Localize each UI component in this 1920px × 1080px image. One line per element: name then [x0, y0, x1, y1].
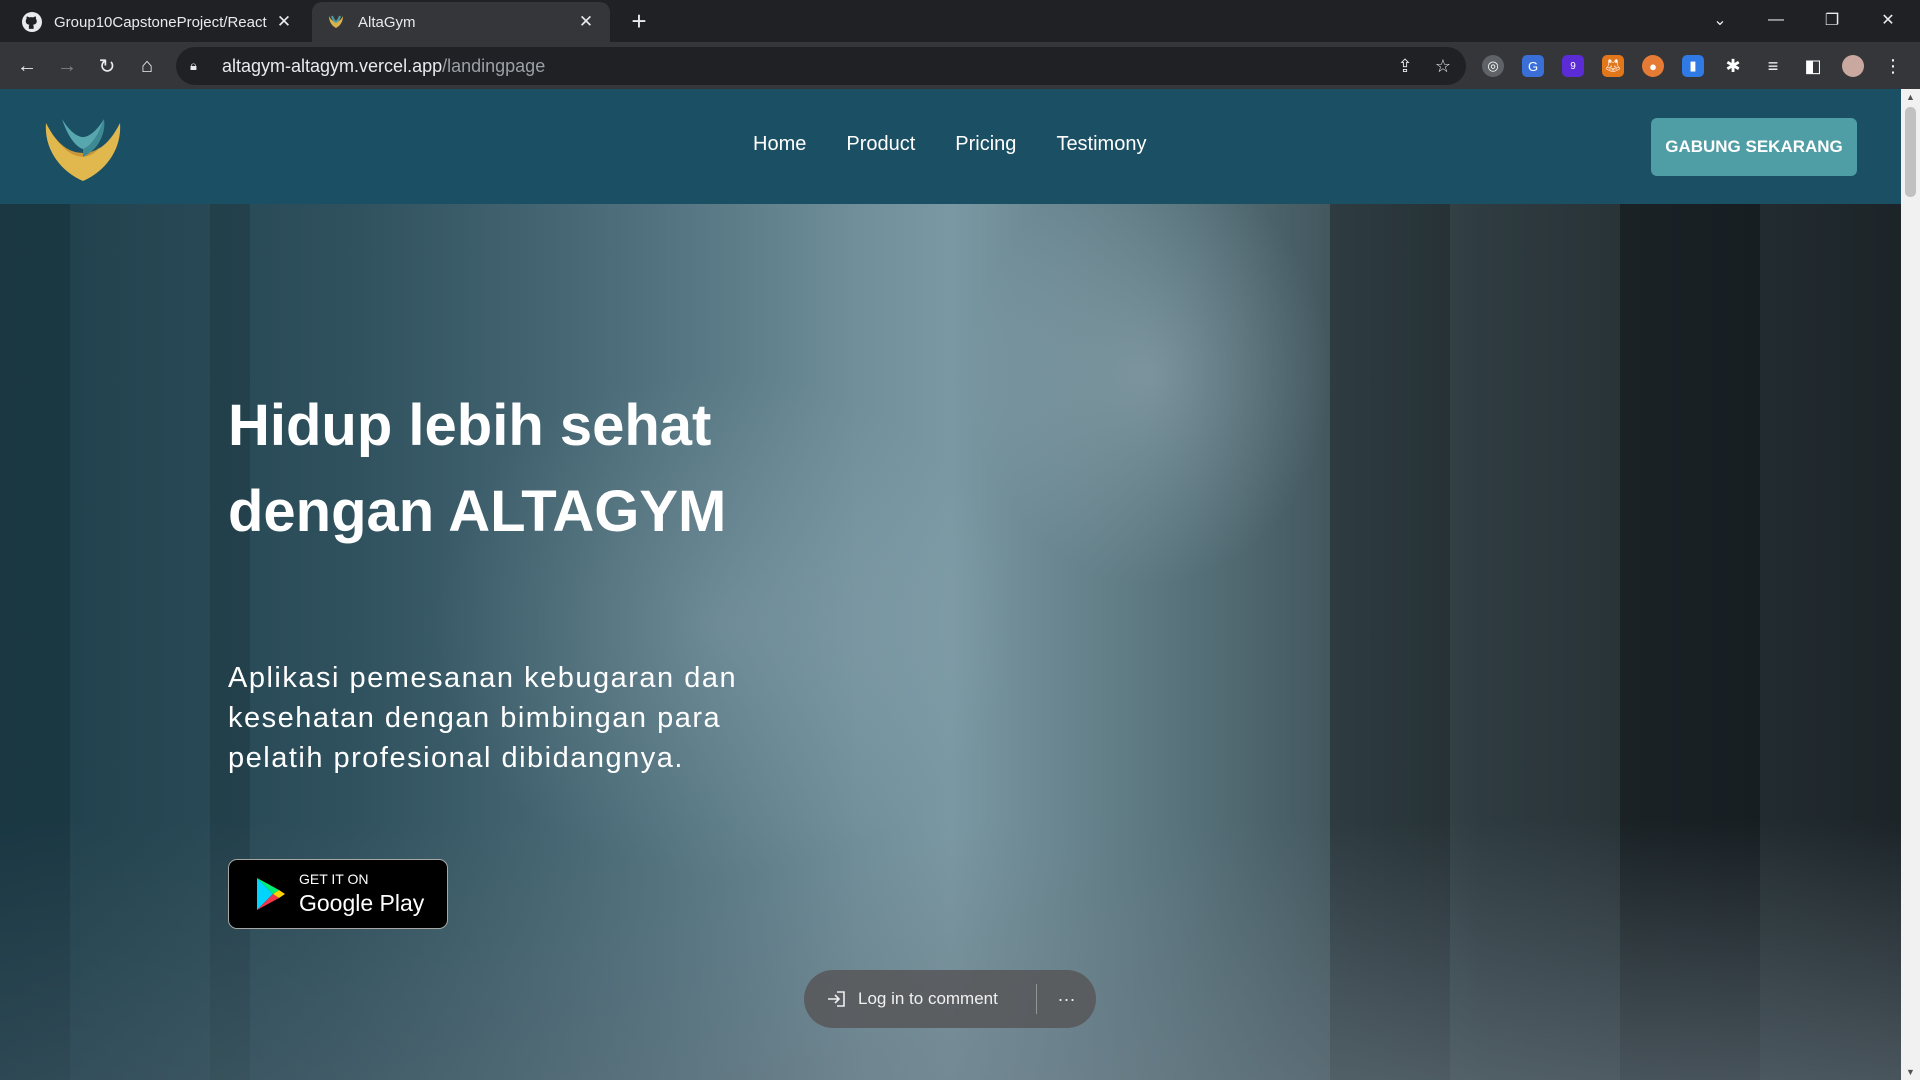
- restore-icon[interactable]: ❐: [1804, 0, 1860, 40]
- more-options-icon[interactable]: ···: [1037, 989, 1096, 1010]
- join-now-button[interactable]: GABUNG SEKARANG: [1651, 118, 1857, 176]
- badge-big-text: Google Play: [299, 890, 425, 916]
- tab-title: AltaGym: [358, 13, 416, 31]
- headline-line-2: dengan ALTAGYM: [228, 479, 727, 544]
- extension-icon[interactable]: ●: [1642, 55, 1664, 77]
- share-icon[interactable]: ⇪: [1394, 56, 1416, 78]
- site-navbar: Home Product Pricing Testimony GABUNG SE…: [0, 89, 1901, 204]
- nav-testimony-link[interactable]: Testimony: [1056, 133, 1146, 156]
- headline-line-1: Hidup lebih sehat: [228, 393, 712, 458]
- tab-altagym[interactable]: AltaGym ✕: [312, 2, 610, 42]
- profile-avatar[interactable]: [1842, 55, 1864, 77]
- nav-product-link[interactable]: Product: [846, 133, 915, 156]
- close-window-icon[interactable]: ✕: [1860, 0, 1916, 40]
- address-bar[interactable]: 🔒︎ altagym-altagym.vercel.app/landingpag…: [176, 47, 1466, 85]
- login-label: Log in to comment: [858, 989, 998, 1008]
- menu-kebab-icon[interactable]: ⋮: [1882, 55, 1904, 77]
- nav-pricing-link[interactable]: Pricing: [955, 133, 1016, 156]
- web-page: Home Product Pricing Testimony GABUNG SE…: [0, 89, 1901, 1080]
- new-tab-button[interactable]: +: [624, 7, 654, 37]
- hero-section: [0, 204, 1901, 1080]
- github-icon: [22, 12, 42, 32]
- puzzle-extensions-icon[interactable]: ✱: [1722, 55, 1744, 77]
- scroll-down-icon[interactable]: ▼: [1901, 1064, 1920, 1080]
- close-tab-icon[interactable]: ✕: [576, 12, 596, 32]
- back-icon[interactable]: ←: [10, 49, 44, 83]
- reading-list-icon[interactable]: ≡: [1762, 55, 1784, 77]
- hero-overlay: [0, 204, 860, 1080]
- altagym-logo[interactable]: [40, 109, 126, 185]
- reload-icon[interactable]: ↻: [90, 49, 124, 83]
- browser-toolbar: ← → ↻ ⌂ 🔒︎ altagym-altagym.vercel.app/la…: [0, 42, 1920, 89]
- comment-widget: Log in to comment ···: [804, 970, 1096, 1028]
- main-nav: Home Product Pricing Testimony: [753, 133, 1146, 156]
- page-scrollbar[interactable]: ▲ ▼: [1901, 89, 1920, 1080]
- scroll-up-icon[interactable]: ▲: [1901, 89, 1920, 105]
- translate-extension-icon[interactable]: G: [1522, 55, 1544, 77]
- altagym-favicon: [329, 15, 343, 28]
- tab-github[interactable]: Group10CapstoneProject/React ✕: [8, 2, 308, 42]
- side-panel-icon[interactable]: ◧: [1802, 55, 1824, 77]
- extension-icon[interactable]: ▮: [1682, 55, 1704, 77]
- browser-tab-bar: Group10CapstoneProject/React ✕ AltaGym ✕…: [0, 0, 1920, 42]
- metamask-icon[interactable]: 🦊︎: [1602, 55, 1624, 77]
- tab-title: Group10CapstoneProject/React: [54, 13, 267, 31]
- forward-icon[interactable]: →: [50, 49, 84, 83]
- google-play-icon: [257, 878, 285, 910]
- lock-icon: 🔒︎: [190, 58, 197, 73]
- google-play-badge[interactable]: GET IT ON Google Play: [228, 859, 448, 929]
- badge-small-text: GET IT ON: [299, 871, 369, 887]
- url-text: altagym-altagym.vercel.app/landingpage: [222, 55, 546, 76]
- nav-home-link[interactable]: Home: [753, 133, 806, 156]
- hero-headline: Hidup lebih sehat dengan ALTAGYM: [228, 383, 788, 555]
- extension-icon[interactable]: ◎: [1482, 55, 1504, 77]
- scrollbar-thumb[interactable]: [1905, 107, 1916, 197]
- login-to-comment-button[interactable]: Log in to comment: [804, 989, 1036, 1009]
- hero-subtitle: Aplikasi pemesanan kebugaran dan kesehat…: [228, 662, 738, 774]
- tab-search-icon[interactable]: ⌄: [1692, 0, 1748, 40]
- login-icon: [828, 991, 845, 1007]
- close-tab-icon[interactable]: ✕: [274, 12, 294, 32]
- home-icon[interactable]: ⌂: [130, 49, 164, 83]
- extension-icon[interactable]: 9: [1562, 55, 1584, 77]
- bookmark-star-icon[interactable]: ☆: [1432, 56, 1454, 78]
- minimize-icon[interactable]: —: [1748, 0, 1804, 40]
